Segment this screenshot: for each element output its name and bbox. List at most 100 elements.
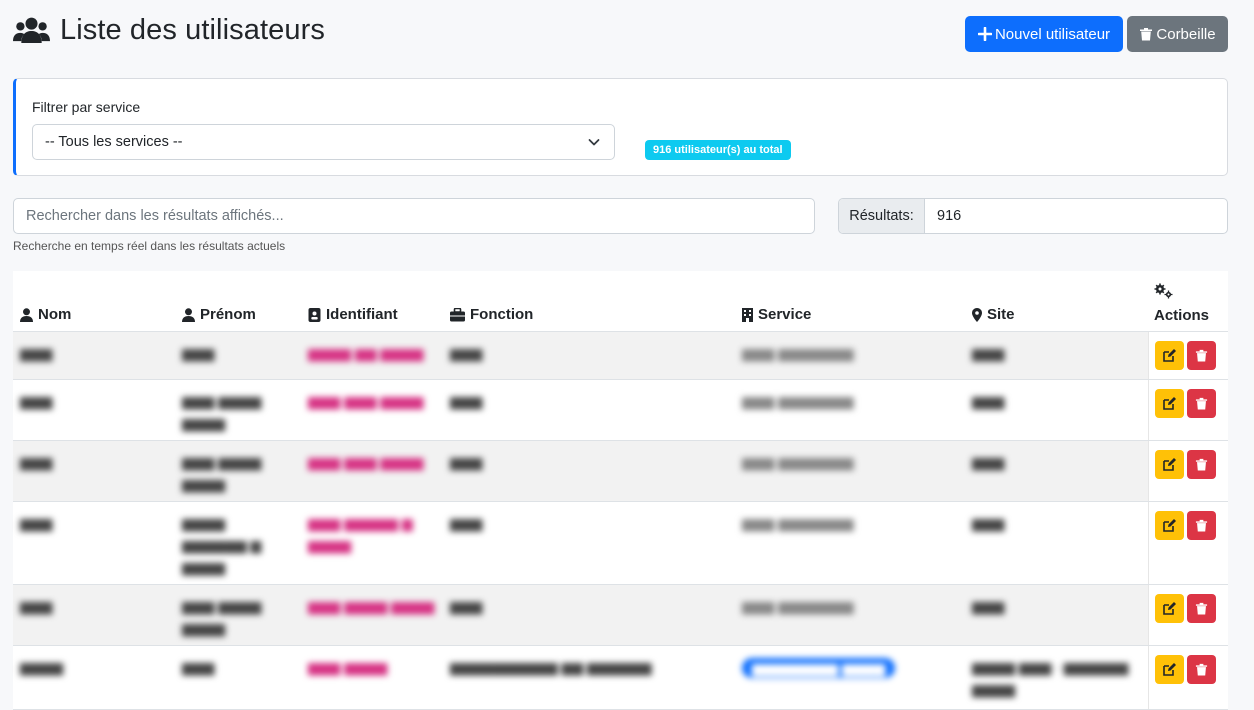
trash-icon — [1195, 519, 1208, 532]
table-header: Nom Prénom Identifiant Fonction Service … — [13, 271, 1228, 332]
cell-fonction: ▆▆▆▆▆▆▆▆▆▆ ▆▆ ▆▆▆▆▆▆ — [450, 659, 652, 675]
cell-site: ▆▆▆ — [972, 598, 1005, 614]
trash-icon — [1140, 28, 1153, 41]
user-icon — [20, 307, 33, 322]
edit-button[interactable] — [1155, 511, 1184, 540]
cell-fonction: ▆▆▆ — [450, 515, 483, 531]
cell-site: ▆▆▆ — [972, 393, 1005, 409]
edit-icon — [1163, 519, 1176, 532]
cell-service: ▆▆▆ ▆▆▆▆▆▆▆ — [742, 598, 854, 614]
trash-icon — [1195, 397, 1208, 410]
column-header-site[interactable]: Site — [972, 306, 1015, 323]
row-actions — [1148, 502, 1228, 584]
row-actions — [1148, 646, 1228, 709]
total-users-badge: 916 utilisateur(s) au total — [645, 140, 791, 160]
cell-identifiant: ▆▆▆ ▆▆▆ ▆▆▆▆ — [308, 454, 424, 470]
page-header: Liste des utilisateurs — [13, 14, 325, 47]
cell-fonction: ▆▆▆ — [450, 345, 483, 361]
table-row: ▆▆▆ ▆▆▆ ▆▆▆▆ ▆▆ ▆▆▆▆ ▆▆▆ ▆▆▆ ▆▆▆▆▆▆▆ ▆▆▆ — [13, 332, 1228, 380]
row-actions — [1148, 441, 1228, 501]
cell-nom: ▆▆▆ — [20, 598, 53, 614]
page-title: Liste des utilisateurs — [60, 14, 325, 46]
delete-button[interactable] — [1187, 511, 1216, 540]
cell-nom: ▆▆▆ — [20, 454, 53, 470]
cell-fonction: ▆▆▆ — [450, 454, 483, 470]
chevron-down-icon — [588, 139, 600, 146]
table-row: ▆▆▆ ▆▆▆ ▆▆▆▆ ▆▆▆▆ ▆▆▆ ▆▆▆ ▆▆▆▆ ▆▆▆ ▆▆▆ ▆▆… — [13, 380, 1228, 441]
cell-prenom: ▆▆▆ — [182, 345, 215, 361]
users-table: Nom Prénom Identifiant Fonction Service … — [13, 271, 1228, 710]
map-marker-icon — [972, 307, 982, 322]
delete-button[interactable] — [1187, 655, 1216, 684]
results-count-group: Résultats: 916 — [838, 198, 1228, 234]
cell-service: ▆▆▆ ▆▆▆▆▆▆▆ — [742, 393, 854, 409]
plus-icon — [977, 27, 992, 41]
cell-site: ▆▆▆ — [972, 345, 1005, 361]
cell-service: ▆▆▆▆▆▆▆▆ ▆▆▆▆ — [742, 658, 896, 678]
edit-button[interactable] — [1155, 341, 1184, 370]
filter-label: Filtrer par service — [32, 99, 141, 115]
cell-prenom: ▆▆▆▆ ▆▆▆▆▆▆ ▆ ▆▆▆▆ — [182, 515, 262, 575]
cell-nom: ▆▆▆▆ — [20, 659, 64, 675]
edit-button[interactable] — [1155, 389, 1184, 418]
edit-icon — [1163, 663, 1176, 676]
delete-button[interactable] — [1187, 594, 1216, 623]
column-header-prenom[interactable]: Prénom — [182, 306, 256, 323]
cell-prenom: ▆▆▆ ▆▆▆▆ ▆▆▆▆ — [182, 454, 262, 492]
row-actions — [1148, 585, 1228, 645]
search-help-text: Recherche en temps réel dans les résulta… — [13, 239, 286, 253]
table-row: ▆▆▆ ▆▆▆ ▆▆▆▆ ▆▆▆▆ ▆▆▆ ▆▆▆ ▆▆▆▆ ▆▆▆ ▆▆▆ ▆▆… — [13, 441, 1228, 502]
results-value: 916 — [937, 208, 962, 224]
trash-icon — [1195, 458, 1208, 471]
cell-site: ▆▆▆ — [972, 515, 1005, 531]
cell-site: ▆▆▆ — [972, 454, 1005, 470]
cell-identifiant: ▆▆▆ ▆▆▆▆▆ ▆ ▆▆▆▆ — [308, 515, 413, 553]
cell-fonction: ▆▆▆ — [450, 598, 483, 614]
cell-prenom: ▆▆▆ ▆▆▆▆ ▆▆▆▆ — [182, 598, 262, 636]
new-user-label: Nouvel utilisateur — [994, 25, 1111, 43]
edit-button[interactable] — [1155, 655, 1184, 684]
column-header-nom[interactable]: Nom — [20, 306, 71, 323]
row-actions — [1148, 332, 1228, 379]
edit-icon — [1163, 458, 1176, 471]
trash-label: Corbeille — [1156, 25, 1216, 43]
delete-button[interactable] — [1187, 341, 1216, 370]
table-row: ▆▆▆ ▆▆▆▆ ▆▆▆▆▆▆ ▆ ▆▆▆▆ ▆▆▆ ▆▆▆▆▆ ▆ ▆▆▆▆ ▆▆▆… — [13, 502, 1228, 585]
service-select[interactable]: -- Tous les services -- — [32, 124, 615, 160]
edit-button[interactable] — [1155, 450, 1184, 479]
cell-identifiant: ▆▆▆ ▆▆▆ ▆▆▆▆ — [308, 393, 424, 409]
trash-button[interactable]: Corbeille — [1127, 16, 1228, 52]
cell-service: ▆▆▆ ▆▆▆▆▆▆▆ — [742, 345, 854, 361]
cell-site: ▆▆▆▆ ▆▆▆ · ▆▆▆▆▆▆ ▆▆▆▆ — [972, 659, 1129, 697]
cell-fonction: ▆▆▆ — [450, 393, 483, 409]
users-icon — [13, 17, 50, 43]
search-input[interactable] — [13, 198, 815, 234]
cell-nom: ▆▆▆ — [20, 515, 53, 531]
cell-identifiant: ▆▆▆ ▆▆▆▆ — [308, 659, 388, 675]
delete-button[interactable] — [1187, 389, 1216, 418]
edit-button[interactable] — [1155, 594, 1184, 623]
briefcase-icon — [450, 307, 465, 321]
cogs-icon — [1154, 283, 1173, 299]
filter-card: Filtrer par service -- Tous les services… — [13, 78, 1228, 176]
column-header-fonction[interactable]: Fonction — [450, 306, 533, 323]
user-icon — [182, 307, 195, 322]
table-row: ▆▆▆▆ ▆▆▆ ▆▆▆ ▆▆▆▆ ▆▆▆▆▆▆▆▆▆▆ ▆▆ ▆▆▆▆▆▆ ▆… — [13, 646, 1228, 710]
column-header-actions: Actions — [1154, 283, 1209, 324]
table-row: ▆▆▆ ▆▆▆ ▆▆▆▆ ▆▆▆▆ ▆▆▆ ▆▆▆▆ ▆▆▆▆ ▆▆▆ ▆▆▆ ▆… — [13, 585, 1228, 646]
cell-identifiant: ▆▆▆▆ ▆▆ ▆▆▆▆ — [308, 345, 424, 361]
row-actions — [1148, 380, 1228, 440]
column-header-identifiant[interactable]: Identifiant — [308, 306, 398, 323]
column-header-service[interactable]: Service — [742, 306, 811, 323]
cell-service: ▆▆▆ ▆▆▆▆▆▆▆ — [742, 515, 854, 531]
cell-identifiant: ▆▆▆ ▆▆▆▆ ▆▆▆▆ — [308, 598, 435, 614]
cell-service: ▆▆▆ ▆▆▆▆▆▆▆ — [742, 454, 854, 470]
trash-icon — [1195, 349, 1208, 362]
service-select-value: -- Tous les services -- — [45, 134, 183, 150]
trash-icon — [1195, 663, 1208, 676]
delete-button[interactable] — [1187, 450, 1216, 479]
cell-nom: ▆▆▆ — [20, 345, 53, 361]
cell-prenom: ▆▆▆ — [182, 659, 215, 675]
cell-prenom: ▆▆▆ ▆▆▆▆ ▆▆▆▆ — [182, 393, 262, 431]
new-user-button[interactable]: Nouvel utilisateur — [965, 16, 1123, 52]
